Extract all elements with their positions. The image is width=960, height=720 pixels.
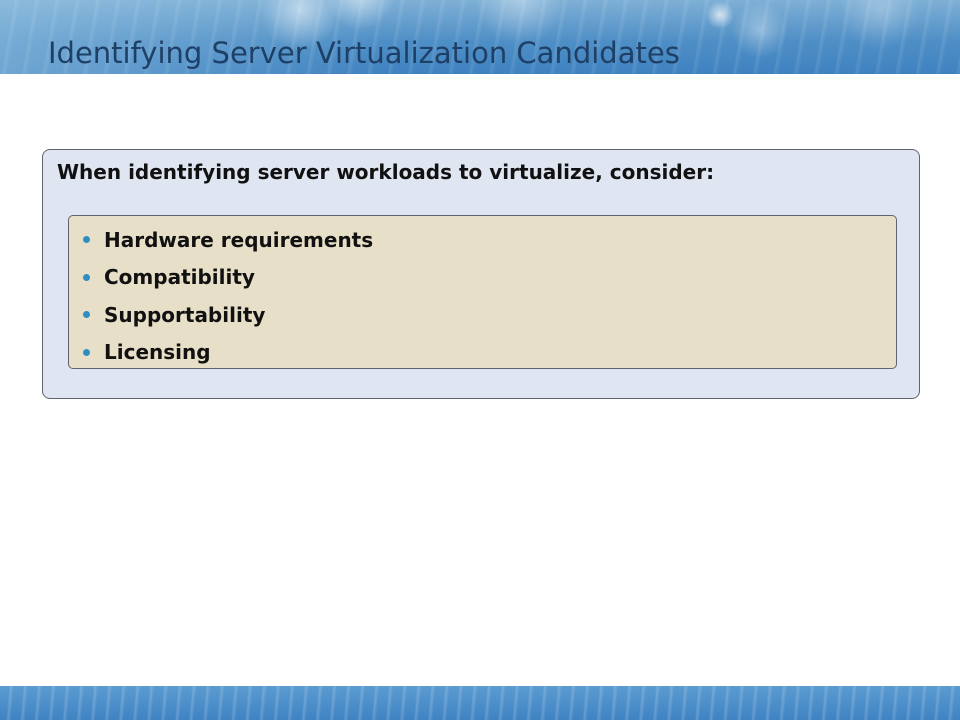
list-item-label: Hardware requirements	[104, 227, 374, 252]
considerations-list: Hardware requirements Compatibility Supp…	[83, 221, 373, 371]
bullet-icon	[83, 273, 90, 281]
considerations-list-box: Hardware requirements Compatibility Supp…	[68, 215, 897, 369]
list-item-label: Supportability	[104, 302, 266, 327]
bullet-icon	[83, 348, 90, 356]
bullet-icon	[83, 311, 90, 319]
footer-bar	[0, 686, 960, 720]
list-item: Supportability	[83, 296, 373, 334]
list-item: Compatibility	[83, 259, 373, 297]
bullet-icon	[83, 236, 90, 244]
list-item: Licensing	[83, 334, 373, 372]
panel-heading: When identifying server workloads to vir…	[57, 160, 715, 184]
list-item-label: Licensing	[104, 340, 211, 365]
page-title: Identifying Server Virtualization Candid…	[48, 36, 680, 70]
considerations-panel: When identifying server workloads to vir…	[42, 149, 920, 399]
list-item-label: Compatibility	[104, 265, 255, 290]
list-item: Hardware requirements	[83, 221, 373, 259]
